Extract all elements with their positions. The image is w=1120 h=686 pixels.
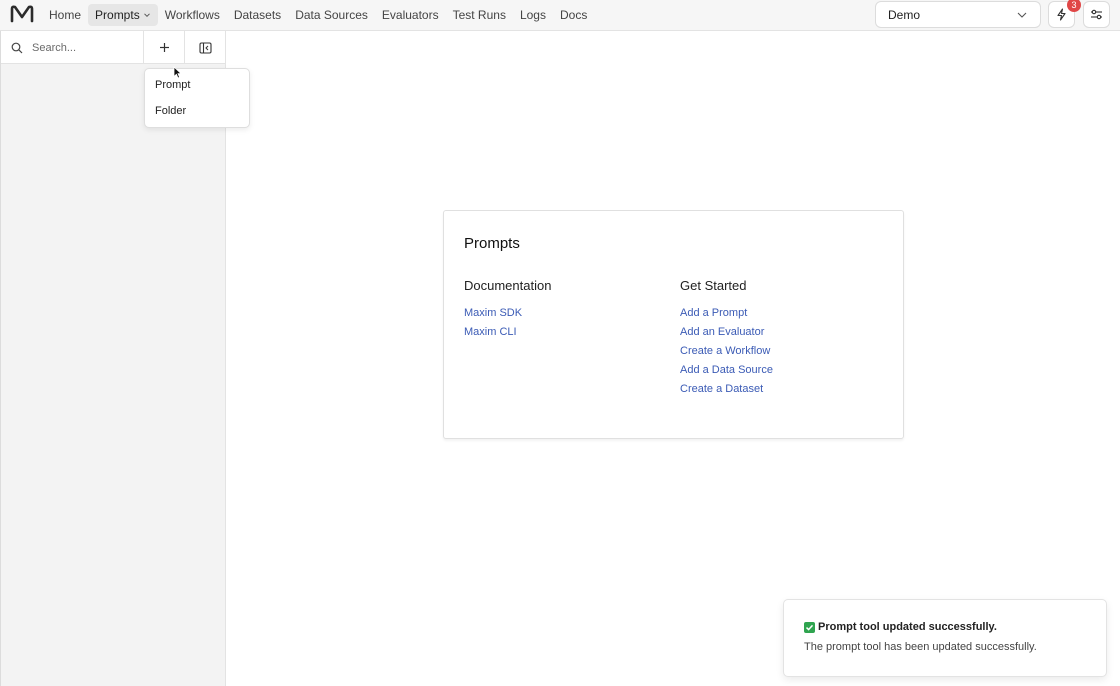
maxim-logo-icon[interactable] <box>10 5 34 23</box>
add-menu-dropdown: Prompt Folder <box>144 68 250 128</box>
prompts-overview-card: Prompts Documentation Maxim SDK Maxim CL… <box>443 210 904 439</box>
checkmark-icon <box>804 621 815 633</box>
link-maxim-cli[interactable]: Maxim CLI <box>464 326 517 338</box>
search-input[interactable] <box>32 41 132 54</box>
toast-title-text: Prompt tool updated successfully. <box>818 621 997 633</box>
link-add-prompt[interactable]: Add a Prompt <box>680 307 747 319</box>
toast-title: Prompt tool updated successfully. <box>804 621 997 633</box>
top-navigation-bar: Home Prompts Workflows Datasets Data Sou… <box>0 0 1120 31</box>
documentation-heading: Documentation <box>464 278 552 293</box>
notification-badge: 3 <box>1067 0 1081 12</box>
nav-label: Logs <box>519 7 546 22</box>
sidebar-toolbar <box>1 31 226 64</box>
nav-label: Test Runs <box>452 7 506 22</box>
sliders-icon <box>1091 9 1102 20</box>
link-create-dataset[interactable]: Create a Dataset <box>680 383 763 395</box>
nav-item-test-runs[interactable]: Test Runs <box>446 4 513 26</box>
search-box[interactable] <box>1 31 144 64</box>
nav-label: Data Sources <box>295 7 368 22</box>
settings-button[interactable] <box>1083 1 1110 28</box>
sidebar-panel-icon <box>198 41 212 54</box>
nav-item-evaluators[interactable]: Evaluators <box>375 4 446 26</box>
nav-label: Prompts <box>95 7 140 22</box>
link-add-data-source[interactable]: Add a Data Source <box>680 364 773 376</box>
nav-item-logs[interactable]: Logs <box>513 4 553 26</box>
nav-label: Docs <box>559 7 588 22</box>
link-maxim-sdk[interactable]: Maxim SDK <box>464 307 522 319</box>
lightning-icon <box>1057 8 1066 21</box>
main-nav: Home Prompts Workflows Datasets Data Sou… <box>42 3 594 26</box>
search-icon <box>11 42 23 53</box>
nav-label: Datasets <box>233 7 282 22</box>
plus-icon <box>159 43 169 52</box>
chevron-down-icon <box>1017 12 1027 18</box>
nav-label: Workflows <box>164 7 220 22</box>
menu-item-prompt[interactable]: Prompt <box>145 73 249 99</box>
nav-item-home[interactable]: Home <box>42 4 88 26</box>
nav-item-data-sources[interactable]: Data Sources <box>288 4 375 26</box>
add-button[interactable] <box>144 31 185 64</box>
sidebar <box>0 31 226 686</box>
nav-item-workflows[interactable]: Workflows <box>158 4 227 26</box>
success-toast[interactable]: Prompt tool updated successfully. The pr… <box>783 599 1107 677</box>
nav-label: Evaluators <box>381 7 439 22</box>
workspace-name: Demo <box>888 7 921 22</box>
link-add-evaluator[interactable]: Add an Evaluator <box>680 326 764 338</box>
mouse-cursor-icon <box>173 66 182 79</box>
get-started-heading: Get Started <box>680 278 747 293</box>
toggle-sidebar-button[interactable] <box>185 31 226 64</box>
nav-item-prompts[interactable]: Prompts <box>88 3 158 26</box>
card-title: Prompts <box>464 235 520 252</box>
menu-item-folder[interactable]: Folder <box>145 99 249 125</box>
toast-message: The prompt tool has been updated success… <box>804 641 1037 653</box>
nav-item-datasets[interactable]: Datasets <box>227 4 288 26</box>
nav-label: Home <box>49 7 82 22</box>
workspace-select[interactable]: Demo <box>875 1 1041 28</box>
link-create-workflow[interactable]: Create a Workflow <box>680 345 770 357</box>
nav-item-docs[interactable]: Docs <box>553 4 594 26</box>
chevron-down-icon <box>143 12 150 17</box>
